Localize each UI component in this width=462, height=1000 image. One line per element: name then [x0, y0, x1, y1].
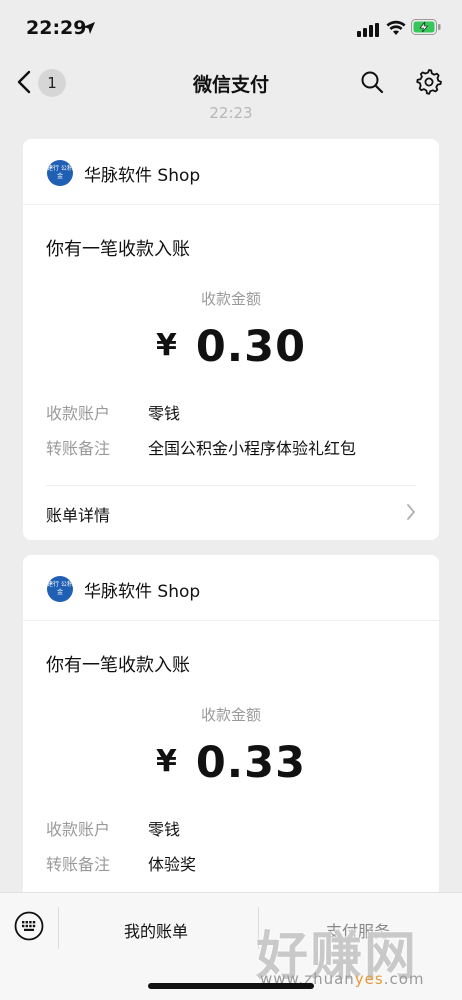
detail-key: 转账备注	[46, 439, 111, 458]
status-time: 22:29	[26, 17, 87, 39]
amount-label: 收款金额	[200, 290, 261, 308]
cellular-signal-icon	[357, 22, 379, 41]
status-bar: 22:29	[0, 0, 462, 56]
wifi-icon	[386, 20, 406, 40]
home-indicator[interactable]	[148, 983, 314, 989]
detail-row: 转账备注 全国公积金小程序体验礼红包	[46, 435, 416, 459]
payment-services-menu-item[interactable]: 支付服务	[326, 918, 390, 942]
search-icon[interactable]	[360, 70, 384, 98]
detail-row: 收款账户 零钱	[46, 816, 416, 840]
bill-details-link[interactable]: 账单详情	[46, 485, 416, 540]
currency-symbol: ¥	[156, 328, 178, 363]
payment-notification-card[interactable]: 建行 公积金 华脉软件 Shop 你有一笔收款入账 收款金额 ¥0.30 收款账…	[23, 139, 439, 540]
nav-bar: 1 微信支付	[0, 56, 462, 108]
card-header: 建行 公积金 华脉软件 Shop	[23, 555, 439, 621]
page-title: 微信支付	[192, 74, 269, 96]
amount-value: ¥0.30	[23, 322, 439, 372]
amount-number: 0.30	[195, 322, 306, 372]
menu-divider	[258, 907, 259, 949]
card-title: 你有一笔收款入账	[46, 655, 190, 676]
amount-value: ¥0.33	[23, 738, 439, 788]
location-arrow-icon	[82, 20, 96, 39]
card-title: 你有一笔收款入账	[46, 239, 190, 260]
merchant-logo: 建行 公积金	[47, 576, 73, 602]
gear-icon[interactable]	[416, 69, 442, 99]
detail-row: 转账备注 体验奖	[46, 851, 416, 875]
detail-key: 收款账户	[46, 404, 111, 423]
card-header: 建行 公积金 华脉软件 Shop	[23, 139, 439, 205]
merchant-name: 华脉软件 Shop	[84, 166, 201, 186]
detail-key: 转账备注	[46, 855, 111, 874]
detail-key: 收款账户	[46, 820, 111, 839]
amount-label: 收款金额	[200, 706, 261, 724]
keyboard-icon[interactable]	[14, 911, 44, 945]
detail-value: 体验奖	[148, 855, 197, 874]
battery-charging-icon	[411, 19, 441, 39]
my-bills-menu-item[interactable]: 我的账单	[124, 918, 188, 942]
menu-divider	[58, 907, 59, 949]
detail-value: 零钱	[148, 820, 181, 839]
detail-value: 零钱	[148, 404, 181, 423]
detail-row: 收款账户 零钱	[46, 400, 416, 424]
bill-details-label: 账单详情	[46, 506, 111, 525]
currency-symbol: ¥	[156, 744, 178, 779]
merchant-name: 华脉软件 Shop	[84, 582, 201, 602]
detail-value: 全国公积金小程序体验礼红包	[148, 439, 357, 458]
merchant-logo: 建行 公积金	[47, 160, 73, 186]
message-timestamp: 22:23	[209, 104, 253, 122]
amount-number: 0.33	[195, 738, 306, 788]
chevron-right-icon	[406, 503, 416, 525]
